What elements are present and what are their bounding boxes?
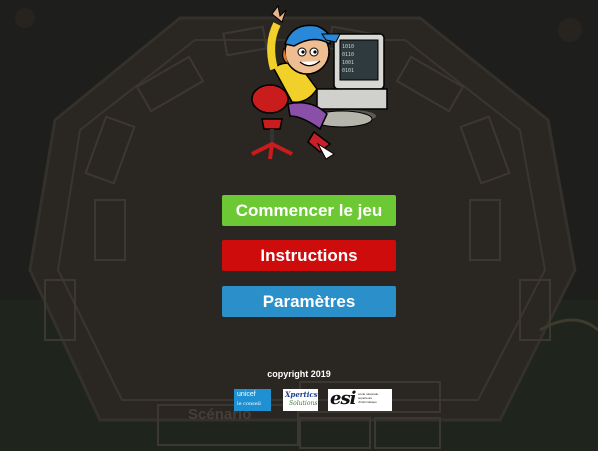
unicef-logo-text: unicef xyxy=(237,391,256,398)
unicef-logo: unicef le conseil xyxy=(234,389,271,411)
mascot-kid-computer-image: 1010 0110 1001 0101 xyxy=(251,4,388,160)
settings-button[interactable]: Paramètres xyxy=(222,286,396,317)
svg-text:1001: 1001 xyxy=(342,60,354,66)
copyright-text: copyright 2019 xyxy=(267,369,331,379)
xpertics-logo-subtext: Solutions xyxy=(289,400,318,407)
instructions-button[interactable]: Instructions xyxy=(222,240,396,271)
game-scene: Scénario 1010 0110 1001 0101 Commencer l… xyxy=(0,0,598,451)
unicef-logo-subtext: le conseil xyxy=(237,401,261,407)
esi-logo: esi école nationale supérieure d'informa… xyxy=(328,389,392,411)
svg-text:0110: 0110 xyxy=(342,52,354,58)
esi-logo-mark: esi xyxy=(330,389,356,409)
xpertics-logo: Xpertics Solutions xyxy=(283,389,318,411)
start-game-button[interactable]: Commencer le jeu xyxy=(222,195,396,226)
xpertics-logo-text: Xpertics xyxy=(285,390,318,399)
svg-text:0101: 0101 xyxy=(342,68,354,74)
esi-logo-caption: école nationale supérieure d'informatiqu… xyxy=(358,392,379,404)
svg-text:1010: 1010 xyxy=(342,44,354,50)
